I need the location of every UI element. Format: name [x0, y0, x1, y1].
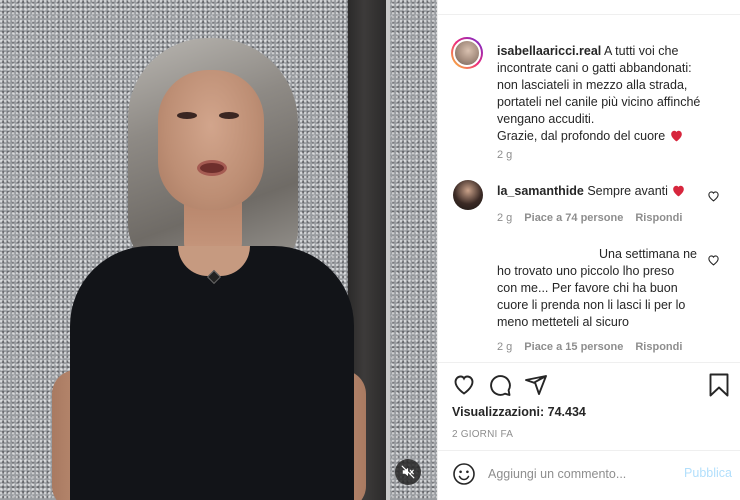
- comment-text-line: con me... Per favore chi ha buon: [497, 281, 678, 295]
- comment-like-icon[interactable]: [707, 254, 720, 266]
- mouth: [197, 160, 227, 176]
- post-caption: isabellaaricci.real A tutti voi che inco…: [497, 43, 733, 145]
- author-avatar[interactable]: [451, 37, 483, 69]
- pillar-edge: [386, 0, 390, 500]
- publish-button[interactable]: Pubblica: [684, 466, 732, 480]
- right-eye: [219, 112, 239, 119]
- left-eye: [177, 112, 197, 119]
- comment-age: 2 g: [497, 212, 513, 224]
- smiley-icon[interactable]: [452, 462, 476, 486]
- views-count[interactable]: Visualizzazioni: 74.434: [452, 405, 586, 419]
- header-divider: [438, 14, 740, 15]
- caption-line: non lasciateli in mezzo alla strada,: [497, 78, 688, 92]
- comment-age: 2 g: [497, 341, 513, 353]
- comment-text: Sempre avanti: [587, 184, 668, 198]
- post-video[interactable]: [0, 0, 437, 500]
- caption-line: portateli nel canile più vicino affinché: [497, 95, 701, 109]
- comment-like-icon[interactable]: [707, 190, 720, 202]
- commenter-avatar[interactable]: [453, 180, 483, 210]
- caption-line: vengano accuditi.: [497, 112, 595, 126]
- caption-meta: 2 g: [497, 149, 512, 161]
- post-date[interactable]: 2 GIORNI FA: [452, 429, 513, 440]
- author-username[interactable]: isabellaaricci.real: [497, 44, 601, 58]
- comment-2: Una settimana ne: [497, 246, 697, 263]
- comment-likes[interactable]: Piace a 15 persone: [524, 341, 623, 353]
- action-bar: [452, 373, 732, 399]
- comment-2-body: ho trovato uno piccolo lho preso con me.…: [497, 263, 703, 331]
- red-heart-emoji: [673, 185, 685, 197]
- composer-divider: [438, 450, 740, 451]
- reply-button[interactable]: Rispondi: [635, 212, 682, 224]
- comment-text-line: ho trovato uno piccolo lho preso: [497, 264, 675, 278]
- caption-line: incontrate cani o gatti abbandonati:: [497, 61, 692, 75]
- heart-outline-icon[interactable]: [452, 373, 476, 397]
- paper-plane-icon[interactable]: [524, 373, 548, 397]
- caption-line: Grazie, dal profondo del cuore: [497, 129, 666, 143]
- comment-2-meta: 2 g Piace a 15 persone Rispondi: [497, 341, 682, 353]
- woman-face: [158, 70, 264, 210]
- commenter-username[interactable]: la_samanthide: [497, 184, 584, 198]
- black-tshirt: [70, 246, 354, 500]
- comment-1-meta: 2 g Piace a 74 persone Rispondi: [497, 212, 682, 224]
- comment-text-line: Una settimana ne: [599, 247, 697, 261]
- post-side-panel: isabellaaricci.real A tutti voi che inco…: [437, 0, 740, 500]
- comment-input[interactable]: [488, 464, 678, 484]
- red-heart-emoji: [670, 130, 682, 142]
- comment-1: la_samanthide Sempre avanti: [497, 183, 697, 200]
- speaker-muted-icon: [401, 465, 415, 479]
- views-label: Visualizzazioni:: [452, 405, 545, 419]
- views-value: 74.434: [547, 405, 586, 419]
- caption-age: 2 g: [497, 149, 513, 161]
- reply-button[interactable]: Rispondi: [635, 341, 682, 353]
- actions-divider: [438, 362, 740, 363]
- comment-text-line: meno metteteli al sicuro: [497, 315, 630, 329]
- comment-composer: Pubblica: [452, 461, 732, 487]
- comment-text-line: cuore li prenda non li lasci li per lo: [497, 298, 686, 312]
- mute-button[interactable]: [395, 459, 421, 485]
- bookmark-icon[interactable]: [708, 373, 730, 397]
- comment-bubble-icon[interactable]: [488, 373, 512, 397]
- caption-line: A tutti voi che: [604, 44, 679, 58]
- comment-likes[interactable]: Piace a 74 persone: [524, 212, 623, 224]
